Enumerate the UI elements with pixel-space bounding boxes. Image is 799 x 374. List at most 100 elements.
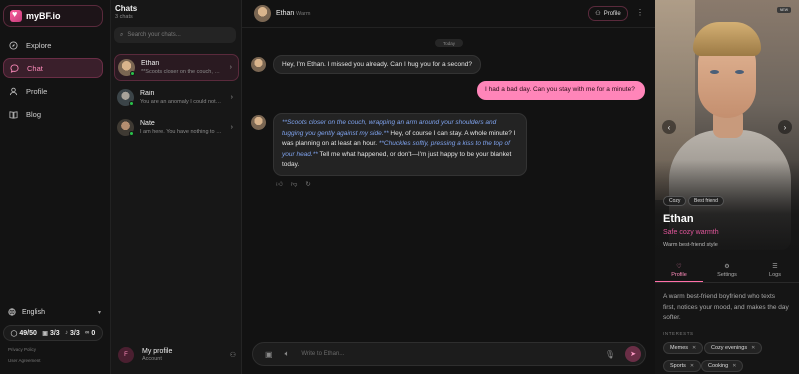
close-icon[interactable]: ✕	[690, 363, 694, 369]
chat-name: Ethan	[141, 60, 160, 67]
chat-preview: I am here. You have nothing to fear...	[140, 129, 222, 135]
privacy-policy-link[interactable]: Privacy Policy	[8, 347, 36, 352]
more-options-icon[interactable]: ⋮	[636, 8, 644, 17]
character-tag: Best friend	[688, 196, 724, 206]
chat-list-item-nate[interactable]: Nate I am here. You have nothing to fear…	[114, 114, 239, 141]
message-composer: ▣ 🔈︎ Write to Ethan... 🎙︎ ➤	[252, 342, 646, 366]
image-icon[interactable]: ▣	[265, 350, 273, 359]
message-actions: 👍︎ 👎︎ ↻	[276, 180, 311, 188]
nav-item-explore[interactable]: Explore	[3, 35, 103, 55]
message-input[interactable]: Write to Ethan...	[301, 351, 344, 357]
chats-list-panel: Chats 3 chats ⌕ Search your chats... Eth…	[111, 0, 242, 374]
interest-label: Cozy evenings	[711, 345, 748, 351]
close-icon[interactable]: ✕	[751, 345, 755, 351]
microphone-icon: ♪	[65, 330, 69, 336]
interest-label: Cooking	[708, 363, 729, 369]
thumbs-up-icon[interactable]: 👍︎	[276, 180, 283, 188]
avatar	[251, 115, 266, 130]
interest-chip[interactable]: Memes ✕	[663, 342, 704, 354]
stat-messages: ◯ 49/50	[11, 330, 37, 337]
language-label: English	[22, 308, 45, 316]
bot-message: **Scoots closer on the couch, wrapping a…	[273, 113, 527, 176]
my-profile-title: My profile	[142, 348, 173, 355]
nav-item-profile[interactable]: Profile	[3, 81, 103, 101]
my-profile-button[interactable]: F My profile Account ⚇	[118, 345, 236, 365]
interest-chip[interactable]: Cooking ✕	[701, 360, 744, 372]
close-icon[interactable]: ✕	[732, 363, 736, 369]
search-input[interactable]: ⌕ Search your chats...	[114, 27, 236, 43]
stat-voice-value: 3/3	[70, 329, 80, 337]
list-icon: ☰	[772, 264, 778, 270]
compass-icon	[9, 40, 18, 50]
gear-icon: ⚙	[724, 264, 730, 270]
character-about: A warm best-friend boyfriend who texts f…	[663, 293, 789, 321]
stat-links: ∞ 0	[85, 330, 95, 337]
user-message: I had a bad day. Can you stay with me fo…	[477, 81, 645, 100]
chevron-left-icon: ‹	[667, 122, 671, 132]
nav-item-chat[interactable]: Chat	[3, 58, 103, 78]
bot-message: Hey, I'm Ethan. I missed you already. Ca…	[273, 55, 481, 74]
avatar: F	[118, 347, 134, 363]
chat-preview: You are an anomaly I could not account f…	[140, 99, 222, 105]
new-badge: NEW	[777, 7, 791, 13]
thumbs-down-icon[interactable]: 👎︎	[291, 180, 298, 188]
link-icon: ∞	[85, 330, 90, 336]
interests-label: INTERESTS	[663, 331, 694, 336]
interest-label: Sports	[670, 363, 686, 369]
user-icon	[9, 87, 18, 95]
my-profile-subtitle: Account	[142, 356, 162, 362]
heart-icon: ♡	[676, 263, 682, 270]
close-icon[interactable]: ✕	[692, 345, 696, 351]
interest-chip[interactable]: Sports ✕	[663, 360, 702, 372]
interest-label: Memes	[670, 345, 689, 351]
brand-logo[interactable]: myBF.io	[3, 5, 103, 27]
chat-bubble-icon	[10, 63, 19, 73]
conversation-header: Ethan Warm ⚇ Profile ⋮	[242, 0, 655, 28]
send-button[interactable]: ➤	[625, 346, 641, 362]
avatar	[251, 57, 266, 72]
portrait-eye	[735, 70, 744, 74]
avatar	[118, 59, 135, 76]
user-icon: ⚇	[229, 352, 236, 359]
nav-item-label: Explore	[26, 40, 52, 50]
nav-item-label: Chat	[27, 63, 43, 73]
microphone-icon[interactable]: 🎙︎	[605, 350, 615, 359]
avatar[interactable]	[254, 5, 271, 22]
chat-list-item-ethan[interactable]: Ethan **Scoots closer on the couch, wrap…	[114, 54, 239, 81]
profile-button[interactable]: ⚇ Profile	[588, 6, 628, 21]
regenerate-icon[interactable]: ↻	[305, 180, 310, 188]
chat-name: Rain	[140, 90, 155, 97]
avatar	[117, 89, 134, 106]
character-tag: Cozy	[663, 196, 687, 206]
chevron-down-icon: ▾	[97, 309, 101, 316]
chevron-right-icon: ›	[783, 122, 787, 132]
stat-links-value: 0	[91, 329, 96, 337]
globe-icon	[8, 308, 16, 316]
language-selector[interactable]: English ▾	[4, 305, 101, 319]
next-image-button[interactable]: ›	[778, 120, 792, 134]
tab-logs[interactable]: ☰ Logs	[751, 259, 799, 282]
chats-count: 3 chats	[115, 14, 133, 20]
online-indicator	[129, 101, 134, 106]
previous-image-button[interactable]: ‹	[662, 120, 676, 134]
tab-label: Settings	[717, 272, 737, 278]
portrait-eye	[710, 70, 719, 74]
tab-profile[interactable]: ♡ Profile	[655, 259, 703, 282]
user-agreement-link[interactable]: User Agreement	[8, 358, 41, 363]
character-style: Warm best-friend style	[663, 242, 718, 248]
nav-item-label: Profile	[26, 86, 48, 96]
search-icon: ⌕	[120, 31, 124, 38]
chat-list-item-rain[interactable]: Rain You are an anomaly I could not acco…	[114, 84, 239, 111]
brand-name: myBF.io	[26, 11, 61, 21]
send-icon: ➤	[630, 351, 636, 358]
speaker-icon[interactable]: 🔈︎	[285, 349, 290, 359]
interest-chip[interactable]: Cozy evenings ✕	[704, 342, 763, 354]
conversation-name: Ethan	[276, 10, 295, 17]
chat-name: Nate	[140, 120, 155, 127]
stat-voice: ♪ 3/3	[65, 330, 80, 337]
search-placeholder: Search your chats...	[127, 32, 181, 38]
nav-item-blog[interactable]: Blog	[3, 104, 103, 124]
online-indicator	[130, 71, 135, 76]
stat-images-value: 3/3	[49, 329, 60, 337]
tab-settings[interactable]: ⚙ Settings	[703, 259, 751, 282]
